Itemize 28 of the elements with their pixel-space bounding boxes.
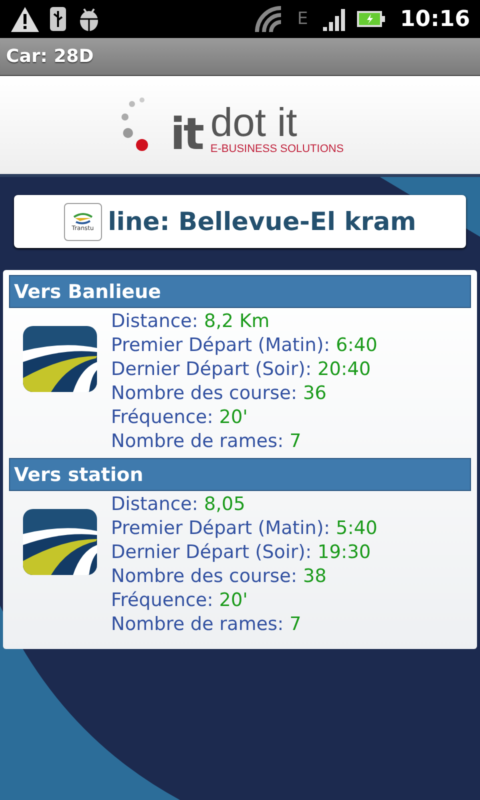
detail-line: Distance: 8,2 Km [111,310,270,334]
logo-tagline: E-BUSINESS SOLUTIONS [210,143,344,155]
road-icon [23,326,97,392]
logo-mark: it [170,115,202,155]
road-icon [23,509,97,575]
usb-icon [48,5,68,33]
line-title: line: Bellevue-El kram [108,207,416,236]
detail-line: Fréquence: 20' [111,406,249,430]
section-title: Vers Banlieue [14,280,161,302]
detail-line: Premier Départ (Matin): 5:40 [111,517,378,541]
detail-line: Distance: 8,05 [111,493,246,517]
detail-line: Dernier Départ (Soir): 20:40 [111,358,372,382]
detail-line: Nombre des course: 38 [111,565,328,589]
clock-time: 10:16 [400,6,470,32]
detail-line: Fréquence: 20' [111,589,249,613]
logo-name: dot it [210,103,298,143]
detail-line: Nombre de rames: 7 [111,613,302,637]
signal-icon [322,6,348,32]
window-title: Car: 28D [6,46,94,67]
detail-line: Premier Départ (Matin): 6:40 [111,334,378,358]
warning-icon [10,5,40,33]
section-title: Vers station [14,464,144,486]
detail-line: Nombre de rames: 7 [111,430,302,454]
detail-line: Dernier Départ (Soir): 19:30 [111,541,372,565]
battery-icon [356,9,386,29]
wifi-icon [255,6,284,32]
network-type: E [297,9,308,29]
detail-line: Nombre des course: 36 [111,382,328,406]
